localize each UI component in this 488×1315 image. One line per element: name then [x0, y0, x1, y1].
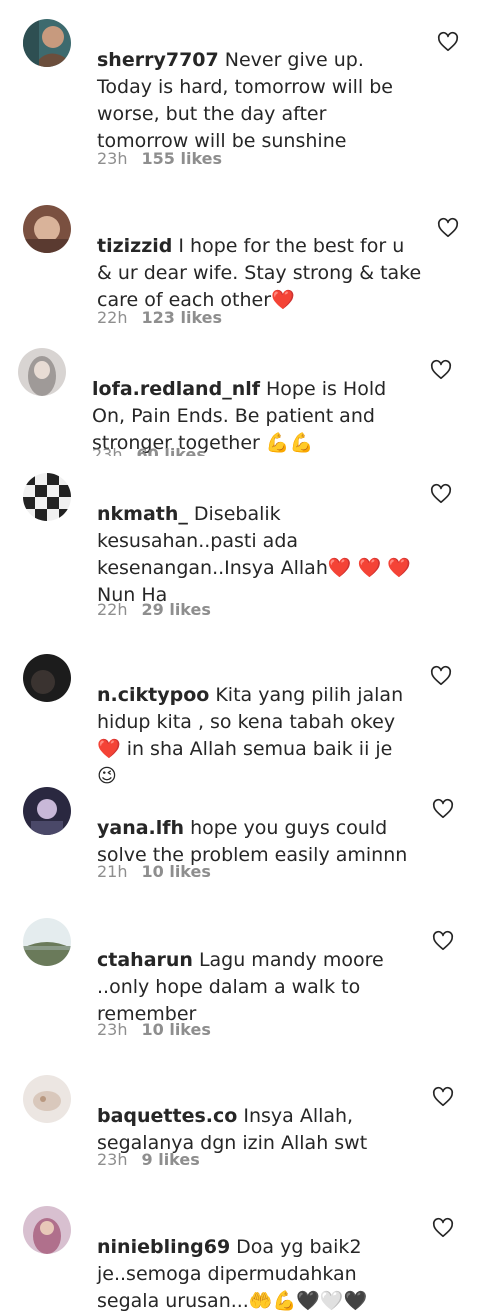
comment-time[interactable]: 23h	[97, 1020, 128, 1039]
heart-outline-icon	[437, 217, 459, 238]
comment-body: lofa.redland_nlf Hope is Hold On, Pain En…	[92, 349, 412, 456]
avatar[interactable]	[23, 654, 71, 702]
comment-username[interactable]: nkmath_	[97, 503, 188, 525]
like-button[interactable]	[432, 798, 454, 820]
avatar[interactable]	[23, 19, 71, 67]
heart-outline-icon	[432, 1086, 454, 1107]
heart-outline-icon	[437, 31, 459, 52]
like-button[interactable]	[437, 217, 459, 239]
avatar[interactable]	[18, 348, 66, 396]
comment-meta: 23h 60 likes	[92, 445, 206, 456]
comment-likes[interactable]: 9 likes	[142, 1150, 200, 1169]
heart-outline-icon	[430, 483, 452, 504]
comment-username[interactable]: ctaharun	[97, 949, 193, 971]
comment-likes[interactable]: 10 likes	[142, 1020, 211, 1039]
comment-time[interactable]: 21h	[97, 862, 128, 881]
comment-username[interactable]: tizizzid	[97, 235, 172, 257]
comment-time[interactable]: 23h	[97, 149, 128, 168]
avatar[interactable]	[23, 473, 71, 521]
comment-username[interactable]: niniebling69	[97, 1236, 230, 1258]
like-button[interactable]	[430, 483, 452, 505]
avatar[interactable]	[23, 918, 71, 966]
comment-item: niniebling69 Doa yg baik2 je..semoga dipe…	[0, 1196, 488, 1312]
comment-username[interactable]: baquettes.co	[97, 1105, 237, 1127]
comment-username[interactable]: yana.lfh	[97, 817, 184, 839]
comment-item: nkmath_ Disebalik kesusahan..pasti ada ke…	[0, 460, 488, 640]
heart-outline-icon	[432, 798, 454, 819]
comment-body: niniebling69 Doa yg baik2 je..semoga dipe…	[97, 1207, 417, 1315]
like-button[interactable]	[430, 359, 452, 381]
comment-username[interactable]: sherry7707	[97, 49, 219, 71]
like-button[interactable]	[432, 1086, 454, 1108]
comment-likes[interactable]: 10 likes	[142, 862, 211, 881]
comment-meta: 23h 155 likes	[97, 149, 222, 168]
like-button[interactable]	[432, 1217, 454, 1239]
comment-username[interactable]: lofa.redland_nlf	[92, 378, 260, 400]
comment-meta: 22h 123 likes	[97, 308, 222, 327]
comment-body: sherry7707 Never give up. Today is hard, …	[97, 20, 407, 155]
comment-item: ctaharun Lagu mandy moore ..only hope dal…	[0, 912, 488, 1062]
comment-body: baquettes.co Insya Allah, segalanya dgn i…	[97, 1076, 412, 1157]
comment-body: tizizzid I hope for the best for u & ur d…	[97, 206, 422, 314]
comment-body: yana.lfh hope you guys could solve the pr…	[97, 788, 412, 869]
comment-likes[interactable]: 60 likes	[137, 445, 206, 456]
avatar[interactable]	[23, 205, 71, 253]
comment-likes[interactable]: 123 likes	[142, 308, 223, 327]
comment-item: baquettes.co Insya Allah, segalanya dgn i…	[0, 1066, 488, 1196]
comment-likes[interactable]: 29 likes	[142, 600, 211, 619]
comment-body: n.ciktypoo Kita yang pilih jalan hidup ki…	[97, 655, 407, 790]
heart-outline-icon	[432, 930, 454, 951]
like-button[interactable]	[430, 665, 452, 687]
heart-outline-icon	[430, 665, 452, 686]
comment-body: nkmath_ Disebalik kesusahan..pasti ada ke…	[97, 474, 412, 609]
comment-time[interactable]: 23h	[92, 445, 123, 456]
heart-outline-icon	[430, 359, 452, 380]
comment-likes[interactable]: 155 likes	[142, 149, 223, 168]
comment-meta: 22h 29 likes	[97, 600, 211, 619]
like-button[interactable]	[437, 31, 459, 53]
comment-item: yana.lfh hope you guys could solve the pr…	[0, 780, 488, 892]
comment-time[interactable]: 23h	[97, 1150, 128, 1169]
comment-item: n.ciktypoo Kita yang pilih jalan hidup ki…	[0, 640, 488, 787]
avatar[interactable]	[23, 1206, 71, 1254]
comment-meta: 23h 9 likes	[97, 1150, 200, 1169]
avatar[interactable]	[23, 1075, 71, 1123]
comment-body: ctaharun Lagu mandy moore ..only hope dal…	[97, 920, 412, 1028]
comment-username[interactable]: n.ciktypoo	[97, 684, 209, 706]
comment-item: tizizzid I hope for the best for u & ur d…	[0, 190, 488, 340]
comment-meta: 23h 10 likes	[97, 1020, 211, 1039]
avatar[interactable]	[23, 787, 71, 835]
heart-outline-icon	[432, 1217, 454, 1238]
comment-item: sherry7707 Never give up. Today is hard, …	[0, 0, 488, 190]
comment-time[interactable]: 22h	[97, 600, 128, 619]
like-button[interactable]	[432, 930, 454, 952]
comment-item: lofa.redland_nlf Hope is Hold On, Pain En…	[0, 340, 488, 456]
comment-time[interactable]: 22h	[97, 308, 128, 327]
comment-meta: 21h 10 likes	[97, 862, 211, 881]
